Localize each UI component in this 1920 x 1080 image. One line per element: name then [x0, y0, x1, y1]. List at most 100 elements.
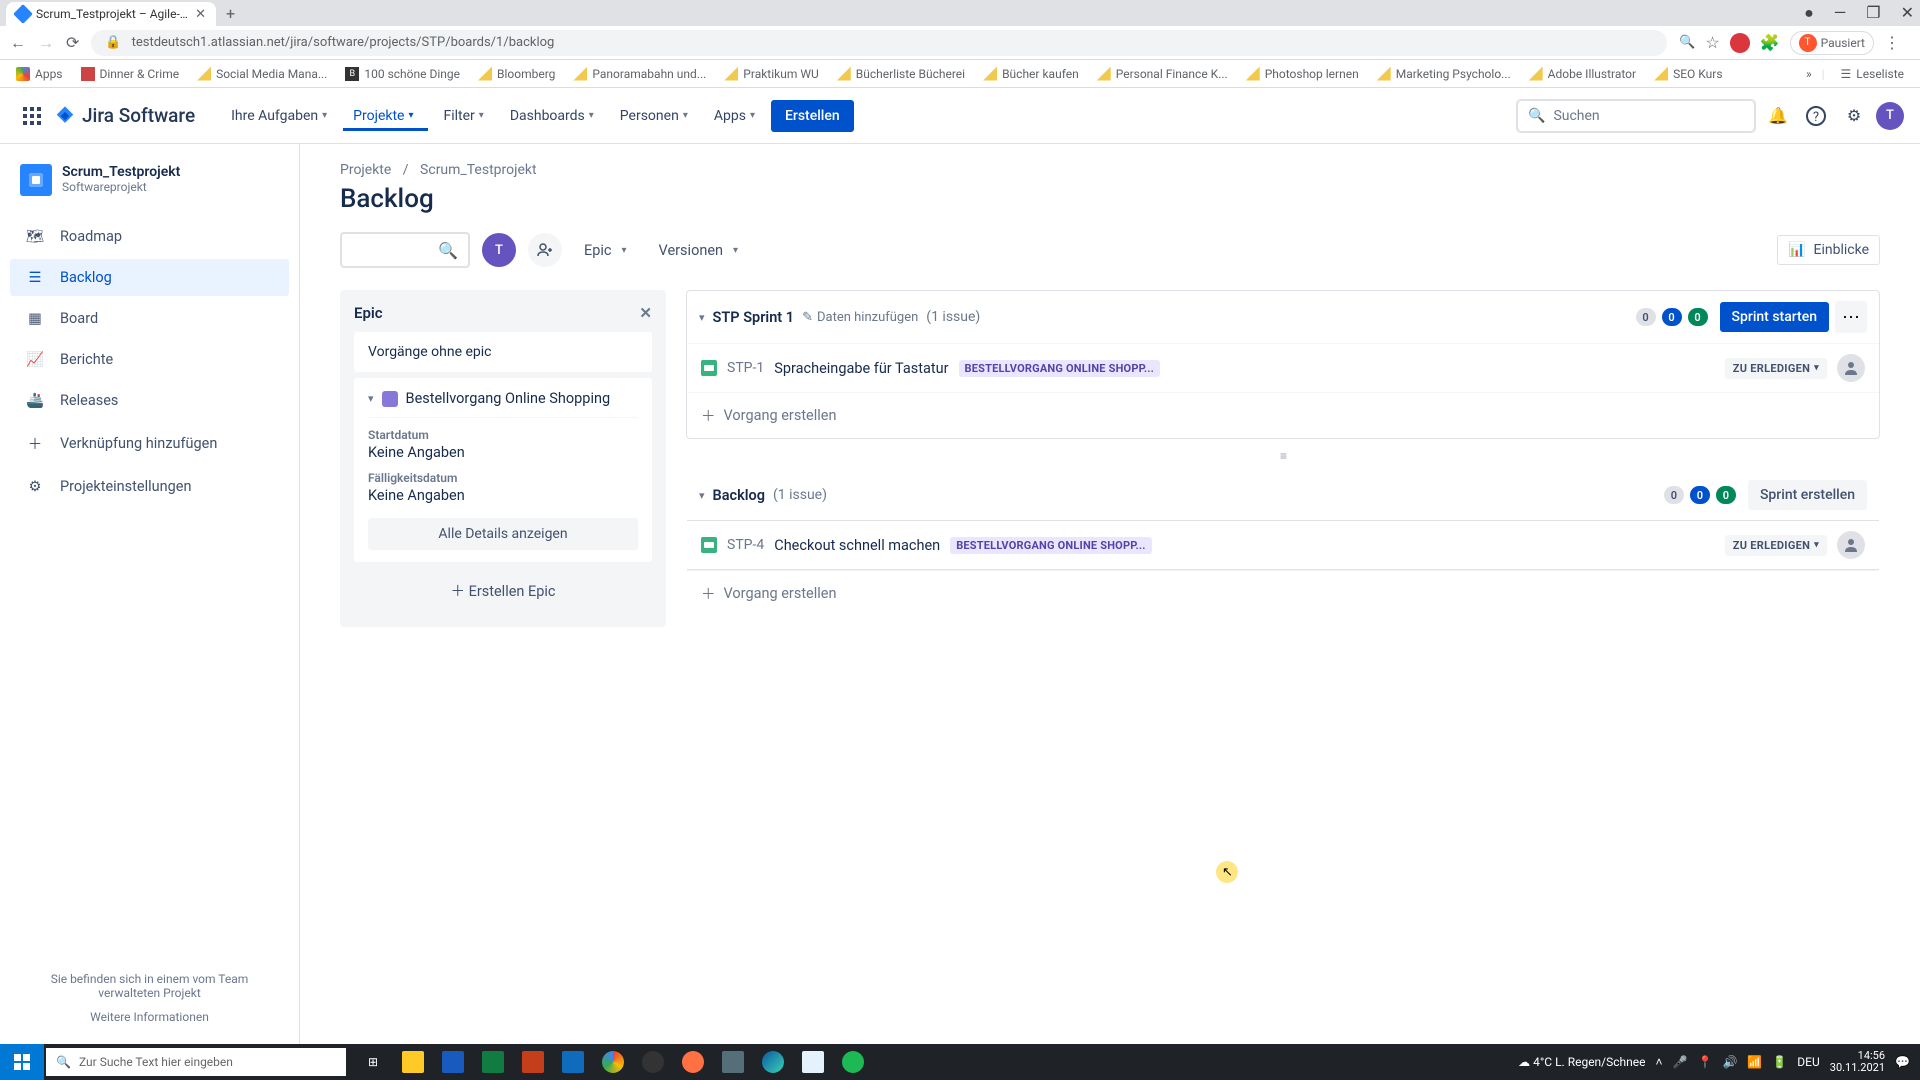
sidebar-item-settings[interactable]: ⚙Projekteinstellungen: [10, 468, 289, 505]
chrome-icon[interactable]: [594, 1044, 632, 1080]
settings-icon[interactable]: ⚙: [1838, 100, 1870, 132]
app-icon[interactable]: [714, 1044, 752, 1080]
maximize-icon[interactable]: ❐: [1866, 3, 1880, 23]
epic-link-tag[interactable]: BESTELLVORGANG ONLINE SHOPP...: [950, 537, 1152, 554]
board-search-input[interactable]: 🔍: [340, 232, 470, 268]
assignee-avatar-empty[interactable]: [1837, 531, 1865, 559]
epic-filter[interactable]: Epic▾: [574, 236, 637, 265]
minimize-icon[interactable]: —: [1834, 3, 1847, 23]
create-button[interactable]: Erstellen: [771, 100, 854, 132]
issue-row[interactable]: STP-1 Spracheingabe für Tastatur BESTELL…: [687, 343, 1879, 392]
bookmark-item[interactable]: Photoshop lernen: [1240, 65, 1365, 83]
insights-button[interactable]: 📊Einblicke: [1777, 235, 1880, 265]
issue-row[interactable]: STP-4 Checkout schnell machen BESTELLVOR…: [687, 520, 1879, 570]
excel-icon[interactable]: [474, 1044, 512, 1080]
bookmark-item[interactable]: Panoramabahn und...: [567, 65, 712, 83]
bookmark-item[interactable]: Marketing Psycholo...: [1371, 65, 1517, 83]
new-tab-button[interactable]: +: [226, 4, 235, 23]
obs-icon[interactable]: [634, 1044, 672, 1080]
chevron-down-icon[interactable]: ▾: [699, 489, 705, 502]
word-icon[interactable]: [434, 1044, 472, 1080]
notepad-icon[interactable]: [794, 1044, 832, 1080]
create-issue-button[interactable]: ＋Vorgang erstellen: [687, 392, 1879, 438]
help-icon[interactable]: ?: [1800, 100, 1832, 132]
nav-your-work[interactable]: Ihre Aufgaben▾: [221, 102, 337, 130]
app-switcher-icon[interactable]: [16, 100, 48, 132]
breadcrumb-project[interactable]: Scrum_Testprojekt: [420, 162, 537, 178]
extensions-icon[interactable]: 🧩: [1760, 33, 1780, 52]
bookmarks-overflow-icon[interactable]: »: [1806, 67, 1812, 81]
sidebar-item-reports[interactable]: 📈Berichte: [10, 341, 289, 378]
bookmark-item[interactable]: B100 schöne Dinge: [339, 65, 466, 83]
chevron-down-icon[interactable]: ▾: [699, 311, 705, 324]
status-dropdown[interactable]: ZU ERLEDIGEN▾: [1725, 358, 1827, 379]
nav-people[interactable]: Personen▾: [610, 102, 698, 130]
bookmark-item[interactable]: Social Media Mana...: [191, 65, 333, 83]
zoom-icon[interactable]: 🔍: [1679, 35, 1695, 50]
epic-details-button[interactable]: Alle Details anzeigen: [368, 518, 638, 550]
apps-bookmark[interactable]: Apps: [10, 65, 69, 83]
tray-clock[interactable]: 14:5630.11.2021: [1830, 1050, 1885, 1074]
sidebar-item-board[interactable]: ▦Board: [10, 300, 289, 337]
reading-list-button[interactable]: ☰Leseliste: [1835, 65, 1910, 83]
task-view-icon[interactable]: ⊞: [354, 1044, 392, 1080]
bookmark-star-icon[interactable]: ☆: [1705, 33, 1719, 52]
epic-without-epic[interactable]: Vorgänge ohne epic: [354, 332, 652, 372]
create-epic-button[interactable]: ＋ Erstellen Epic: [354, 568, 652, 613]
bookmark-item[interactable]: Bücher kaufen: [977, 65, 1085, 83]
abp-extension-icon[interactable]: [1730, 33, 1750, 53]
project-header[interactable]: Scrum_Testprojekt Softwareprojekt: [10, 164, 289, 216]
nav-apps[interactable]: Apps▾: [704, 102, 765, 130]
create-issue-button[interactable]: ＋Vorgang erstellen: [687, 570, 1879, 616]
bookmark-item[interactable]: Personal Finance K...: [1091, 65, 1234, 83]
tray-battery-icon[interactable]: 🔋: [1772, 1055, 1787, 1069]
close-window-icon[interactable]: ✕: [1901, 3, 1914, 23]
tray-language[interactable]: DEU: [1797, 1055, 1819, 1069]
forward-icon[interactable]: →: [38, 33, 54, 53]
jira-logo[interactable]: Jira Software: [54, 104, 195, 127]
weather-widget[interactable]: ☁ 4°C L. Regen/Schnee: [1518, 1055, 1645, 1069]
profile-chip[interactable]: T Pausiert: [1790, 31, 1874, 55]
start-sprint-button[interactable]: Sprint starten: [1720, 302, 1829, 332]
bookmark-item[interactable]: Dinner & Crime: [75, 65, 186, 83]
close-epic-panel-icon[interactable]: ✕: [639, 304, 652, 322]
account-dot-icon[interactable]: ●: [1804, 3, 1814, 23]
back-icon[interactable]: ←: [10, 33, 26, 53]
epic-item-expanded[interactable]: ▾ Bestellvorgang Online Shopping Startda…: [354, 378, 652, 562]
tray-volume-icon[interactable]: 🔊: [1722, 1055, 1737, 1069]
edge-icon[interactable]: [754, 1044, 792, 1080]
bookmark-item[interactable]: Adobe Illustrator: [1523, 65, 1642, 83]
notification-center-icon[interactable]: 💬: [1895, 1055, 1910, 1069]
add-dates-link[interactable]: ✎Daten hinzufügen: [802, 310, 918, 325]
chevron-down-icon[interactable]: ▾: [368, 392, 374, 405]
taskbar-search-input[interactable]: 🔍Zur Suche Text hier eingeben: [46, 1048, 346, 1076]
assignee-avatar-empty[interactable]: [1837, 354, 1865, 382]
address-bar[interactable]: 🔒 testdeutsch1.atlassian.net/jira/softwa…: [91, 30, 1667, 56]
menu-dots-icon[interactable]: ⋮: [1884, 33, 1900, 52]
notifications-icon[interactable]: 🔔: [1762, 100, 1794, 132]
sidebar-item-releases[interactable]: 🚢Releases: [10, 382, 289, 419]
global-search-input[interactable]: 🔍 Suchen: [1516, 99, 1756, 133]
bookmark-item[interactable]: Bloomberg: [472, 65, 561, 83]
user-avatar[interactable]: T: [1876, 102, 1904, 130]
sidebar-item-roadmap[interactable]: 🗺Roadmap: [10, 218, 289, 255]
assignee-avatar-self[interactable]: T: [482, 233, 516, 267]
bookmark-item[interactable]: Praktikum WU: [718, 65, 824, 83]
tray-chevron-icon[interactable]: ˄: [1656, 1055, 1663, 1069]
add-people-button[interactable]: [528, 233, 562, 267]
start-button[interactable]: [0, 1044, 44, 1080]
app-icon[interactable]: [674, 1044, 712, 1080]
sidebar-item-add-link[interactable]: ＋Verknüpfung hinzufügen: [10, 423, 289, 464]
nav-filters[interactable]: Filter▾: [434, 102, 494, 130]
outlook-icon[interactable]: [554, 1044, 592, 1080]
status-dropdown[interactable]: ZU ERLEDIGEN▾: [1725, 535, 1827, 556]
bookmark-item[interactable]: Bücherliste Bücherei: [831, 65, 971, 83]
powerpoint-icon[interactable]: [514, 1044, 552, 1080]
create-sprint-button[interactable]: Sprint erstellen: [1748, 480, 1867, 510]
browser-tab[interactable]: Scrum_Testprojekt – Agile-Board ✕: [6, 2, 216, 26]
nav-projects[interactable]: Projekte▾: [343, 102, 427, 130]
nav-dashboards[interactable]: Dashboards▾: [500, 102, 604, 130]
tray-location-icon[interactable]: 📍: [1697, 1055, 1712, 1069]
close-tab-icon[interactable]: ✕: [195, 7, 206, 22]
tray-wifi-icon[interactable]: 📶: [1747, 1055, 1762, 1069]
